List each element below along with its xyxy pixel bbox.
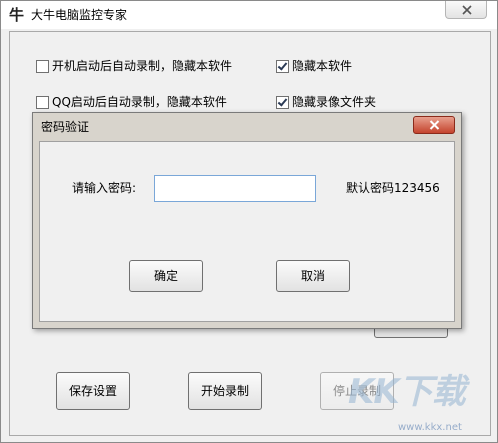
checkbox-label: 开机启动后自动录制，隐藏本软件 [52, 59, 233, 73]
close-icon [429, 120, 440, 130]
watermark: KK下载 www.kkx.net [342, 372, 492, 438]
checkbox-box[interactable] [276, 59, 289, 73]
close-icon [462, 5, 472, 15]
watermark-url: www.kkx.net [398, 422, 462, 433]
ok-button[interactable]: 确定 [129, 260, 203, 292]
hide-software-checkbox[interactable]: 隐藏本软件 [276, 59, 352, 73]
cancel-button[interactable]: 取消 [276, 260, 350, 292]
checkbox-label: 隐藏录像文件夹 [292, 95, 377, 109]
window-title: 大牛电脑监控专家 [31, 8, 128, 22]
password-dialog: 密码验证 请输入密码: 默认密码123456 确定 取消 [32, 112, 462, 329]
title-bar: 牛 大牛电脑监控专家 [1, 1, 497, 29]
checkbox-box[interactable] [36, 59, 49, 73]
default-password-hint: 默认密码123456 [346, 181, 440, 195]
dialog-body: 请输入密码: 默认密码123456 确定 取消 [39, 141, 455, 322]
qq-autostart-record-hide-checkbox[interactable]: QQ启动后自动录制，隐藏本软件 [36, 95, 227, 109]
dialog-title: 密码验证 [41, 120, 90, 134]
save-settings-button[interactable]: 保存设置 [56, 372, 130, 410]
checkbox-label: QQ启动后自动录制，隐藏本软件 [52, 95, 227, 109]
autostart-record-hide-checkbox[interactable]: 开机启动后自动录制，隐藏本软件 [36, 59, 232, 73]
window-close-button[interactable] [445, 1, 487, 19]
password-label: 请输入密码: [72, 181, 137, 195]
checkbox-label: 隐藏本软件 [292, 59, 353, 73]
dialog-close-button[interactable] [413, 116, 455, 134]
hide-video-folder-checkbox[interactable]: 隐藏录像文件夹 [276, 95, 376, 109]
watermark-brand: KK下载 [348, 372, 466, 412]
start-recording-button[interactable]: 开始录制 [188, 372, 262, 410]
app-icon: 牛 [9, 6, 25, 24]
checkbox-box[interactable] [276, 95, 289, 109]
checkbox-box[interactable] [36, 95, 49, 109]
password-input[interactable] [154, 175, 316, 202]
